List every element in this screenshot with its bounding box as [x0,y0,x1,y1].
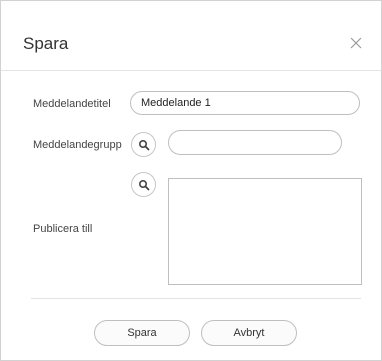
close-icon[interactable] [348,35,364,51]
dialog-title: Spara [23,34,69,53]
group-label: Meddelandegrupp [33,139,122,151]
dialog-header: Spara [1,1,381,71]
group-input[interactable] [168,130,342,155]
publish-textarea[interactable] [168,178,362,285]
save-dialog: Spara Meddelandetitel Meddelandegrupp Pu… [0,0,382,361]
publish-label: Publicera till [33,223,93,235]
search-icon [138,179,150,191]
divider [31,298,361,299]
publish-search-button[interactable] [131,172,156,197]
cancel-button[interactable]: Avbryt [201,320,297,346]
title-input[interactable] [130,91,360,115]
title-label: Meddelandetitel [33,98,111,110]
group-search-button[interactable] [131,132,156,157]
save-button[interactable]: Spara [94,320,190,346]
search-icon [138,139,150,151]
